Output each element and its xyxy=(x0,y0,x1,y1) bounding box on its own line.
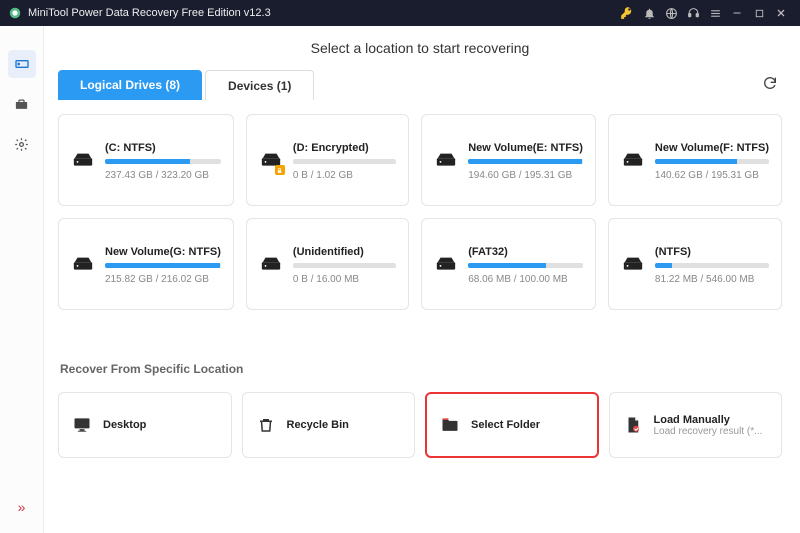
drive-card[interactable]: New Volume(F: NTFS) 140.62 GB / 195.31 GB xyxy=(608,114,782,206)
app-logo-icon xyxy=(8,6,22,20)
drive-name: (FAT32) xyxy=(468,246,583,258)
usage-bar xyxy=(468,263,583,268)
load-file-icon xyxy=(622,414,644,436)
usage-bar xyxy=(105,159,221,164)
drive-card[interactable]: (Unidentified) 0 B / 16.00 MB xyxy=(246,218,409,310)
locations-grid: Desktop Recycle Bin Select Folder xyxy=(58,392,782,458)
refresh-button[interactable] xyxy=(758,71,782,100)
location-recycle-bin[interactable]: Recycle Bin xyxy=(242,392,416,458)
sidebar-item-recovery[interactable] xyxy=(8,50,36,78)
usage-bar xyxy=(468,159,583,164)
location-select-folder[interactable]: Select Folder xyxy=(425,392,599,458)
disk-icon xyxy=(71,253,95,277)
drive-card[interactable]: New Volume(E: NTFS) 194.60 GB / 195.31 GB xyxy=(421,114,596,206)
folder-icon xyxy=(439,414,461,436)
drive-card[interactable]: New Volume(G: NTFS) 215.82 GB / 216.02 GB xyxy=(58,218,234,310)
drive-size: 140.62 GB / 195.31 GB xyxy=(655,170,769,181)
drive-name: New Volume(E: NTFS) xyxy=(468,142,583,154)
location-manual-sub: Load recovery result (*... xyxy=(654,426,763,437)
location-desktop[interactable]: Desktop xyxy=(58,392,232,458)
sidebar-item-settings[interactable] xyxy=(8,130,36,158)
drive-name: (Unidentified) xyxy=(293,246,396,258)
tab-devices[interactable]: Devices (1) xyxy=(205,70,314,100)
usage-bar xyxy=(105,263,221,268)
main-content: Select a location to start recovering Lo… xyxy=(44,26,800,533)
location-folder-label: Select Folder xyxy=(471,419,540,431)
drive-card[interactable]: (NTFS) 81.22 MB / 546.00 MB xyxy=(608,218,782,310)
drive-card[interactable]: (C: NTFS) 237.43 GB / 323.20 GB xyxy=(58,114,234,206)
page-title: Select a location to start recovering xyxy=(58,40,782,56)
tabs-row: Logical Drives (8) Devices (1) xyxy=(58,70,782,100)
drive-name: (D: Encrypted) xyxy=(293,142,396,154)
upgrade-key-icon[interactable] xyxy=(616,2,638,24)
usage-bar xyxy=(655,263,769,268)
drive-size: 68.06 MB / 100.00 MB xyxy=(468,274,583,285)
title-bar: MiniTool Power Data Recovery Free Editio… xyxy=(0,0,800,26)
maximize-button[interactable] xyxy=(748,2,770,24)
usage-bar xyxy=(293,159,396,164)
sidebar-item-toolbox[interactable] xyxy=(8,90,36,118)
location-load-manually[interactable]: Load Manually Load recovery result (*... xyxy=(609,392,783,458)
disk-icon xyxy=(259,253,283,277)
location-recycle-label: Recycle Bin xyxy=(287,419,349,431)
disk-icon xyxy=(259,149,283,173)
tab-logical-drives[interactable]: Logical Drives (8) xyxy=(58,70,202,100)
drive-card[interactable]: (FAT32) 68.06 MB / 100.00 MB xyxy=(421,218,596,310)
sidebar: » xyxy=(0,26,44,533)
drive-name: New Volume(F: NTFS) xyxy=(655,142,769,154)
drive-size: 0 B / 1.02 GB xyxy=(293,170,396,181)
minimize-button[interactable] xyxy=(726,2,748,24)
drive-size: 215.82 GB / 216.02 GB xyxy=(105,274,221,285)
location-manual-label: Load Manually xyxy=(654,414,763,426)
disk-icon xyxy=(621,149,645,173)
drive-name: New Volume(G: NTFS) xyxy=(105,246,221,258)
support-icon[interactable] xyxy=(682,2,704,24)
disk-icon xyxy=(621,253,645,277)
disk-icon xyxy=(71,149,95,173)
drive-card[interactable]: (D: Encrypted) 0 B / 1.02 GB xyxy=(246,114,409,206)
drive-name: (C: NTFS) xyxy=(105,142,221,154)
drive-size: 81.22 MB / 546.00 MB xyxy=(655,274,769,285)
drive-name: (NTFS) xyxy=(655,246,769,258)
notifications-icon[interactable] xyxy=(638,2,660,24)
recycle-bin-icon xyxy=(255,414,277,436)
lock-badge-icon xyxy=(275,165,285,175)
globe-icon[interactable] xyxy=(660,2,682,24)
app-title: MiniTool Power Data Recovery Free Editio… xyxy=(28,7,271,19)
drive-size: 237.43 GB / 323.20 GB xyxy=(105,170,221,181)
desktop-icon xyxy=(71,414,93,436)
location-desktop-label: Desktop xyxy=(103,419,146,431)
drive-size: 0 B / 16.00 MB xyxy=(293,274,396,285)
drives-grid: (C: NTFS) 237.43 GB / 323.20 GB (D: Encryp… xyxy=(58,114,782,310)
usage-bar xyxy=(655,159,769,164)
menu-icon[interactable] xyxy=(704,2,726,24)
drive-size: 194.60 GB / 195.31 GB xyxy=(468,170,583,181)
disk-icon xyxy=(434,253,458,277)
section-title-specific: Recover From Specific Location xyxy=(60,362,782,376)
close-button[interactable] xyxy=(770,2,792,24)
usage-bar xyxy=(293,263,396,268)
disk-icon xyxy=(434,149,458,173)
sidebar-collapse-icon[interactable]: » xyxy=(18,499,26,515)
